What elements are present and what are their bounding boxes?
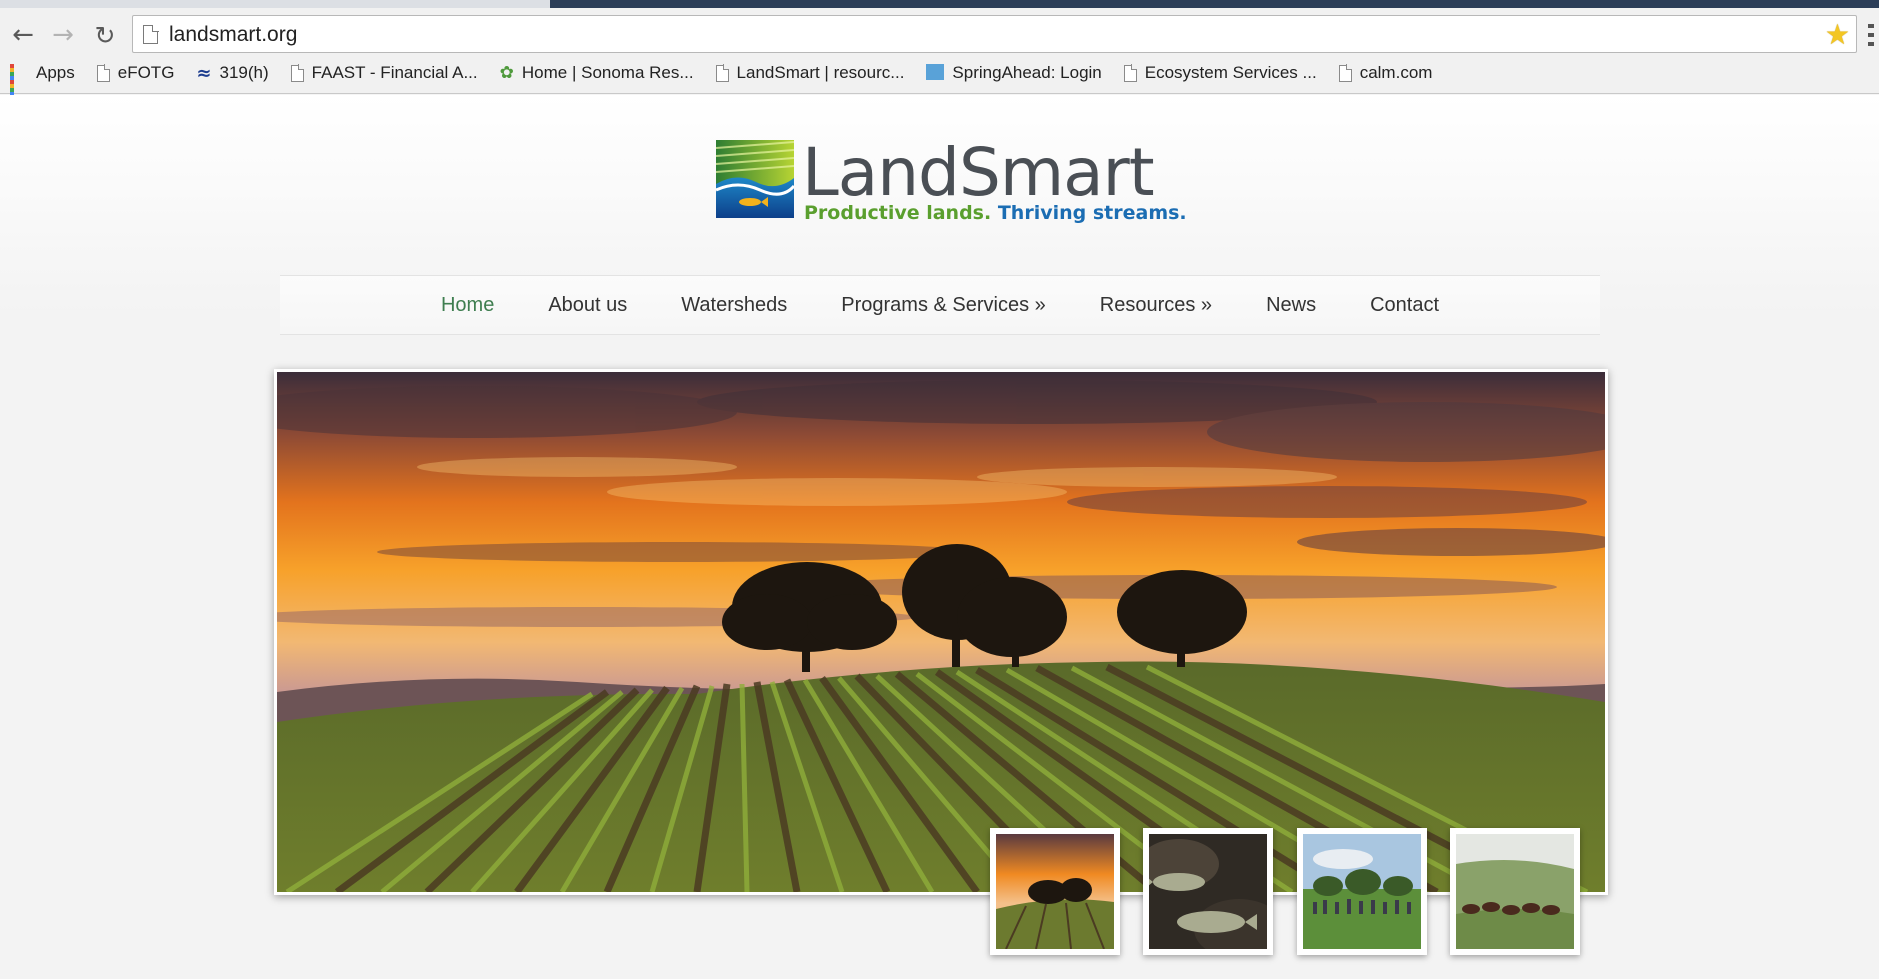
bookmark-springahead[interactable]: SpringAhead: Login bbox=[926, 63, 1102, 83]
bookmark-ecosystem[interactable]: Ecosystem Services ... bbox=[1123, 63, 1317, 83]
bookmarks-bar: Apps eFOTG ≈ 319(h) FAAST - Financial A.… bbox=[0, 58, 1879, 100]
site-logo[interactable]: LandSmart Productive lands. Thriving str… bbox=[716, 134, 1187, 235]
tagline-part-b: Thriving streams. bbox=[997, 202, 1187, 224]
bookmark-efotg[interactable]: eFOTG bbox=[96, 63, 175, 83]
nav-watersheds[interactable]: Watersheds bbox=[681, 294, 787, 317]
wave-logo-icon: ≈ bbox=[196, 62, 212, 84]
bookmark-apps[interactable]: Apps bbox=[10, 63, 75, 100]
bookmark-star-icon[interactable]: ★ bbox=[1825, 18, 1850, 51]
url-text[interactable]: landsmart.org bbox=[169, 23, 297, 47]
grid-logo-icon bbox=[926, 64, 945, 82]
bookmark-label: 319(h) bbox=[219, 63, 269, 82]
reload-icon[interactable]: ↻ bbox=[90, 20, 120, 50]
web-page: LandSmart Productive lands. Thriving str… bbox=[0, 95, 1879, 979]
slider-thumbnail-cattle[interactable] bbox=[1450, 828, 1580, 955]
nav-home[interactable]: Home bbox=[441, 294, 494, 317]
nav-news[interactable]: News bbox=[1266, 294, 1316, 317]
bookmark-label: LandSmart | resourc... bbox=[736, 63, 905, 82]
window-top-strip bbox=[0, 0, 1879, 8]
hero-slider[interactable] bbox=[274, 369, 1608, 895]
bookmark-landsmart[interactable]: LandSmart | resourc... bbox=[715, 63, 905, 83]
bookmark-label: calm.com bbox=[1359, 63, 1433, 82]
tagline-part-a: Productive lands. bbox=[804, 202, 992, 224]
bookmark-sonoma[interactable]: ✿ Home | Sonoma Res... bbox=[500, 63, 694, 83]
nav-about-us[interactable]: About us bbox=[548, 294, 627, 317]
bookmark-label: Ecosystem Services ... bbox=[1144, 63, 1317, 82]
page-icon bbox=[1338, 64, 1353, 82]
address-bar[interactable]: landsmart.org ★ bbox=[132, 15, 1857, 53]
thumbnail-image bbox=[1456, 834, 1574, 949]
bookmark-label: eFOTG bbox=[117, 63, 175, 82]
bookmark-label: SpringAhead: Login bbox=[952, 63, 1102, 82]
nav-programs-services[interactable]: Programs & Services » bbox=[841, 294, 1046, 317]
bookmark-label: FAAST - Financial A... bbox=[311, 63, 478, 82]
hero-image-sunset-vineyard bbox=[277, 372, 1605, 892]
thumbnail-image bbox=[1303, 834, 1421, 949]
browser-tab[interactable] bbox=[0, 0, 550, 8]
bookmark-label: Apps bbox=[36, 63, 75, 82]
apps-grid-icon bbox=[10, 64, 28, 100]
page-icon bbox=[1123, 64, 1138, 82]
leaf-icon: ✿ bbox=[499, 63, 514, 83]
page-icon bbox=[96, 64, 111, 82]
bookmark-319h[interactable]: ≈ 319(h) bbox=[196, 63, 268, 84]
logo-wordmark: LandSmart bbox=[802, 134, 1155, 211]
slider-thumbnail-people[interactable] bbox=[1297, 828, 1427, 955]
slider-thumbnail-sunset[interactable] bbox=[990, 828, 1120, 955]
page-icon bbox=[715, 64, 729, 82]
thumbnail-image bbox=[1149, 834, 1267, 949]
nav-resources[interactable]: Resources » bbox=[1100, 294, 1212, 317]
logo-tagline: Productive lands. Thriving streams. bbox=[804, 202, 1187, 224]
browser-menu-icon[interactable] bbox=[1868, 24, 1874, 46]
logo-mark-icon bbox=[716, 140, 794, 218]
page-icon bbox=[290, 64, 304, 82]
bookmark-calm[interactable]: calm.com bbox=[1338, 63, 1433, 83]
forward-arrow-icon[interactable]: → bbox=[48, 20, 78, 50]
slider-thumbnail-fish[interactable] bbox=[1143, 828, 1273, 955]
browser-toolbar: ← → ↻ landsmart.org ★ Apps eFOTG ≈ 319(h… bbox=[0, 8, 1879, 100]
back-arrow-icon[interactable]: ← bbox=[8, 20, 38, 50]
main-navigation: Home About us Watersheds Programs & Serv… bbox=[280, 275, 1600, 335]
bookmark-label: Home | Sonoma Res... bbox=[521, 63, 694, 82]
thumbnail-image bbox=[996, 834, 1114, 949]
bookmark-faast[interactable]: FAAST - Financial A... bbox=[290, 63, 478, 83]
page-icon bbox=[143, 24, 159, 44]
nav-contact[interactable]: Contact bbox=[1370, 294, 1439, 317]
